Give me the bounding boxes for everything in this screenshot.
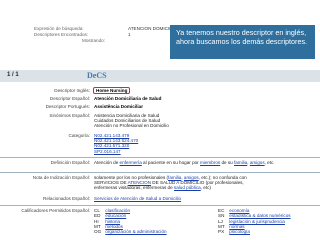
divider — [0, 205, 320, 206]
definicion-link-familia[interactable]: familia — [234, 160, 247, 165]
showing-label: Mostrando: — [82, 38, 105, 43]
calificadores-label: Calificadores Permitidos Español: — [21, 208, 90, 213]
sinonimo-item: Atención no Profesional en Domicilio — [94, 123, 169, 129]
annotation-callout: Ya tenemos nuestro descriptor en inglés,… — [170, 25, 315, 59]
results-header-bar: 1 / 1 DeCS — [0, 70, 320, 82]
sinonimos-list: Asistencia Domiciliaria de Salud Cuidado… — [94, 113, 169, 129]
nota-part: enfermeras visitadoras, enfermeras de — [94, 185, 174, 191]
calificador-link[interactable]: educación — [105, 213, 126, 218]
relacionados-label: Relacionados Español: — [43, 196, 90, 201]
definicion-link-amigos[interactable]: amigos — [250, 160, 265, 165]
divider — [0, 157, 320, 158]
descriptor-espanol-value: Atención Domiciliaria de Salud — [94, 96, 162, 101]
calificador-item: PX psicología — [218, 229, 291, 234]
calificador-link[interactable]: historia — [105, 219, 120, 224]
descriptors-found-line: Descriptores Encontrados: 1 — [34, 32, 131, 38]
categoria-label: Categoría: — [68, 133, 90, 138]
calificadores-left-column: CL clasificación ED educación HI histori… — [94, 208, 167, 234]
calificador-link[interactable]: estadística & datos numéricos — [229, 213, 290, 218]
descriptor-portugues-value: Assistência Domiciliar — [94, 104, 144, 109]
categoria-list: N02.421.143.479 N02.421.143.524.470 N02.… — [94, 133, 138, 154]
calificadores-right-column: EC economía SN estadística & datos numér… — [218, 208, 291, 234]
definicion-link-enfermeria[interactable]: enfermería — [120, 160, 142, 165]
calificador-link[interactable]: clasificación — [105, 208, 130, 213]
categoria-link[interactable]: SP2.016.147 — [94, 149, 138, 154]
calificador-link[interactable]: organización & administración — [105, 229, 166, 234]
definicion-part: , etc. — [264, 160, 275, 165]
calificador-link[interactable]: legislación & jurisprudencia — [229, 219, 285, 224]
decs-page: Expresión de búsqueda: ATENCION DOMICILIA… — [0, 0, 320, 240]
descriptors-found-label: Descriptores Encontrados: — [34, 32, 89, 37]
calificador-link[interactable]: normas — [229, 224, 244, 229]
nota-link-salud-publica[interactable]: salud pública — [174, 185, 201, 190]
relacionados-link[interactable]: Servicios de Atención de Salud a Domicil… — [94, 196, 181, 201]
calificador-code: OG — [94, 229, 102, 235]
sinonimos-label: Sinónimos Español: — [49, 113, 90, 118]
nota-indizacion-label: Nota de Indización Español: — [32, 175, 90, 180]
calificador-item: OG organización & administración — [94, 229, 167, 234]
decs-title: DeCS — [87, 71, 107, 80]
definicion-part: al paciente en su hogar por — [141, 160, 200, 165]
nota-part: , etc) — [200, 185, 211, 191]
search-expression-label: Expresión de búsqueda: — [34, 26, 84, 31]
calificador-link[interactable]: métodos — [105, 224, 123, 229]
descriptor-ingles-value: Home Nursing — [92, 86, 131, 95]
descriptor-espanol-label: Descriptor Español: — [49, 96, 90, 101]
definicion-part: Atención de — [94, 160, 120, 165]
showing-line: Mostrando: 1 .. 1 — [82, 38, 186, 44]
descriptors-found-value: 1 — [128, 32, 131, 37]
nota-indizacion-text: solamente por los no profesionales (fami… — [94, 175, 316, 191]
callout-line-2: ahora buscamos los demás descriptores. — [176, 36, 308, 46]
definicion-label: Definición Español: — [50, 160, 90, 165]
calificador-code: PX — [218, 229, 225, 235]
descriptor-ingles-label: Descriptor Inglés: — [54, 88, 90, 93]
calificador-link[interactable]: economía — [229, 208, 249, 213]
divider — [0, 172, 320, 173]
page-indicator: 1 / 1 — [7, 72, 19, 78]
definicion-link-miembros[interactable]: miembros — [200, 160, 220, 165]
descriptor-portugues-label: Descriptor Portugués: — [45, 104, 90, 109]
calificador-link[interactable]: psicología — [229, 229, 250, 234]
definicion-part: de su — [220, 160, 234, 165]
definicion-text: Atención de enfermería al paciente en su… — [94, 160, 314, 165]
